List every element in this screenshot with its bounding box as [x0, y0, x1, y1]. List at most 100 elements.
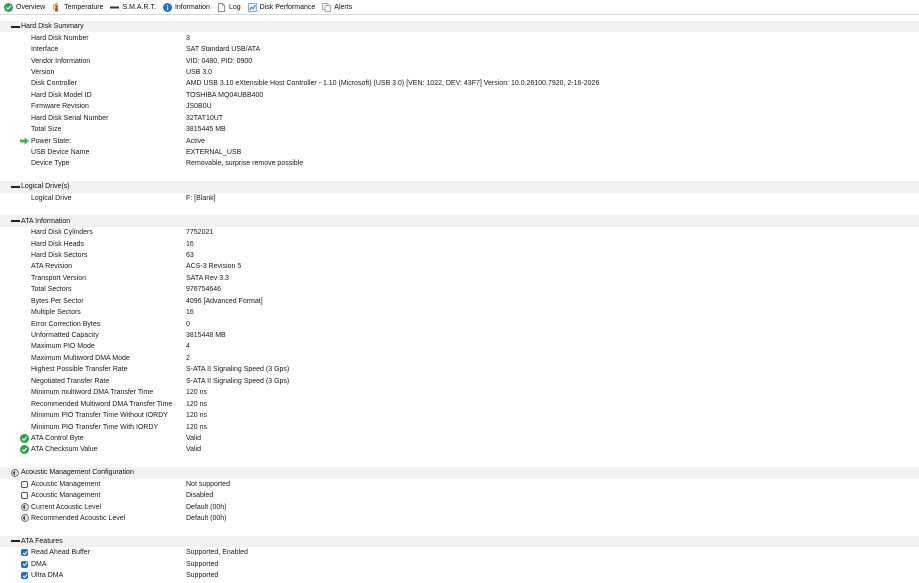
info-value: 7752021 [186, 229, 214, 237]
section-ata-information: ATA Information Hard Disk Cylinders 77520… [0, 215, 919, 467]
info-row: Maximum Multiword DMA Mode 2 [0, 353, 919, 364]
info-key: Total Size [31, 126, 62, 134]
info-key: Highest Possible Transfer Rate [31, 366, 128, 374]
info-value: USB 3.0 [186, 68, 213, 76]
info-value: 120 ns [186, 389, 208, 397]
info-value: VID: 0480, PID: 0900 [186, 57, 253, 65]
info-key: Total Sectors [31, 286, 72, 294]
info-row: Firmware Revision JS0B0U [0, 101, 919, 112]
info-row: Hard Disk Sectors 63 [0, 250, 919, 261]
tab-information[interactable]: Information [160, 0, 213, 15]
checkbox-empty-icon [20, 480, 29, 489]
info-value: 32TAT10UT [186, 114, 224, 122]
section-header[interactable]: Acoustic Management Configuration [0, 467, 919, 479]
info-value: 120 ns [186, 423, 208, 431]
tab-alerts[interactable]: Alerts [319, 0, 355, 15]
info-value: 16 [186, 309, 194, 317]
info-key: Recommended Acoustic Level [31, 515, 126, 523]
info-value: 0 [186, 320, 190, 328]
info-row: Current Acoustic Level Default (00h) [0, 501, 919, 512]
chart-icon [247, 2, 257, 12]
info-key: USB Device Name [31, 149, 90, 157]
info-row: Hard Disk Number 3 [0, 32, 919, 43]
info-value: EXTERNAL_USB [186, 149, 242, 157]
collapse-dash-icon[interactable] [10, 540, 20, 543]
checkbox-checked-icon [20, 560, 29, 569]
info-key: Unformatted Capacity [31, 332, 99, 340]
tab-log[interactable]: Log [214, 0, 244, 15]
info-row: Ultra DMA Supported [0, 570, 919, 581]
info-key: Hard Disk Number [31, 34, 89, 42]
checkbox-empty-icon [20, 491, 29, 500]
info-key: Logical Drive [31, 194, 72, 202]
info-value: Supported, Enabled [186, 549, 248, 557]
arrow-right-green-icon [20, 136, 29, 145]
document-icon [217, 2, 226, 12]
info-key: Current Acoustic Level [31, 503, 102, 511]
info-row: Unformatted Capacity 3815448 MB [0, 330, 919, 341]
info-value: Active [186, 137, 206, 145]
info-key: Multiple Sectors [31, 309, 81, 317]
info-value: F: [Blank] [186, 194, 216, 202]
info-row: Negotiated Transfer Rate S-ATA II Signali… [0, 376, 919, 387]
collapse-dash-icon[interactable] [10, 25, 20, 28]
info-value: Default (00h) [186, 503, 227, 511]
info-key: Minimum multiword DMA Transfer Time [31, 389, 154, 397]
info-value: 4096 [Advanced Format] [186, 297, 263, 305]
check-circle-green-icon [20, 445, 29, 455]
tab-smart[interactable]: S.M.A.R.T. [107, 0, 158, 15]
section-header[interactable]: ATA Features [0, 535, 919, 548]
info-row: Bytes Per Sector 4096 [Advanced Format] [0, 296, 919, 307]
check-circle-green-icon [4, 2, 13, 12]
info-value: 16 [186, 240, 194, 248]
info-row-ata-checksum: ATA Checksum Value Valid [0, 444, 919, 455]
info-key: Minimum PIO Transfer Time Without IORDY [31, 412, 168, 420]
tab-temperature[interactable]: Temperature [49, 0, 106, 15]
info-key: Negotiated Transfer Rate [31, 377, 110, 385]
info-row: Transport Version SATA Rev 3.3 [0, 273, 919, 284]
copy-alert-icon [322, 2, 332, 12]
info-row: Multiple Sectors 16 [0, 307, 919, 318]
info-value: Default (00h) [186, 515, 227, 523]
info-value: 120 ns [186, 412, 208, 420]
tab-toolbar: Overview Temperature S.M.A.R.T. Informat… [0, 0, 919, 15]
speaker-icon [10, 468, 20, 477]
collapse-dash-icon[interactable] [10, 185, 20, 188]
info-value: 3815448 MB [186, 332, 226, 340]
section-header[interactable]: Hard Disk Summary [0, 21, 919, 33]
info-row: Version USB 3.0 [0, 67, 919, 78]
info-row: Vendor Information VID: 0480, PID: 0900 [0, 55, 919, 66]
info-key: Hard Disk Heads [31, 240, 84, 248]
collapse-dash-icon[interactable] [10, 220, 20, 223]
info-key: Bytes Per Sector [31, 297, 84, 305]
checkbox-checked-icon [20, 571, 29, 580]
info-key: ATA Checksum Value [31, 446, 98, 454]
drive-icon [110, 3, 120, 12]
info-key: Error Correction Bytes [31, 320, 101, 328]
checkbox-checked-icon [20, 548, 29, 557]
section-title: ATA Information [21, 217, 71, 225]
info-value: Supported [186, 572, 219, 580]
tab-overview[interactable]: Overview [0, 0, 48, 15]
info-key: Interface [31, 46, 59, 54]
info-key: Firmware Revision [31, 103, 89, 111]
info-key: Ultra DMA [31, 572, 64, 580]
info-value: TOSHIBA MQ04UBB400 [186, 91, 264, 99]
info-row: Total Size 3815445 MB [0, 124, 919, 135]
section-logical-drives: Logical Drive(s) Logical Drive F: [Blank] [0, 181, 919, 215]
section-header[interactable]: ATA Information [0, 215, 919, 227]
info-key: Acoustic Management [31, 492, 101, 500]
info-key: Recommended Multiword DMA Transfer Time [31, 400, 173, 408]
tab-disk-performance[interactable]: Disk Performance [245, 0, 319, 15]
info-row: Hard Disk Cylinders 7752021 [0, 227, 919, 238]
info-key: Minimum PIO Transfer Time With IORDY [31, 423, 159, 431]
info-row: USB Device Name EXTERNAL_USB [0, 147, 919, 158]
info-key: Hard Disk Model ID [31, 91, 92, 99]
info-value: SAT Standard USB/ATA [186, 46, 261, 54]
tab-label: Log [228, 3, 241, 11]
tab-label: Information [174, 3, 210, 11]
speaker-icon [20, 502, 29, 511]
tab-label: Disk Performance [259, 3, 316, 11]
section-header[interactable]: Logical Drive(s) [0, 181, 919, 193]
info-key: Version [31, 68, 55, 76]
